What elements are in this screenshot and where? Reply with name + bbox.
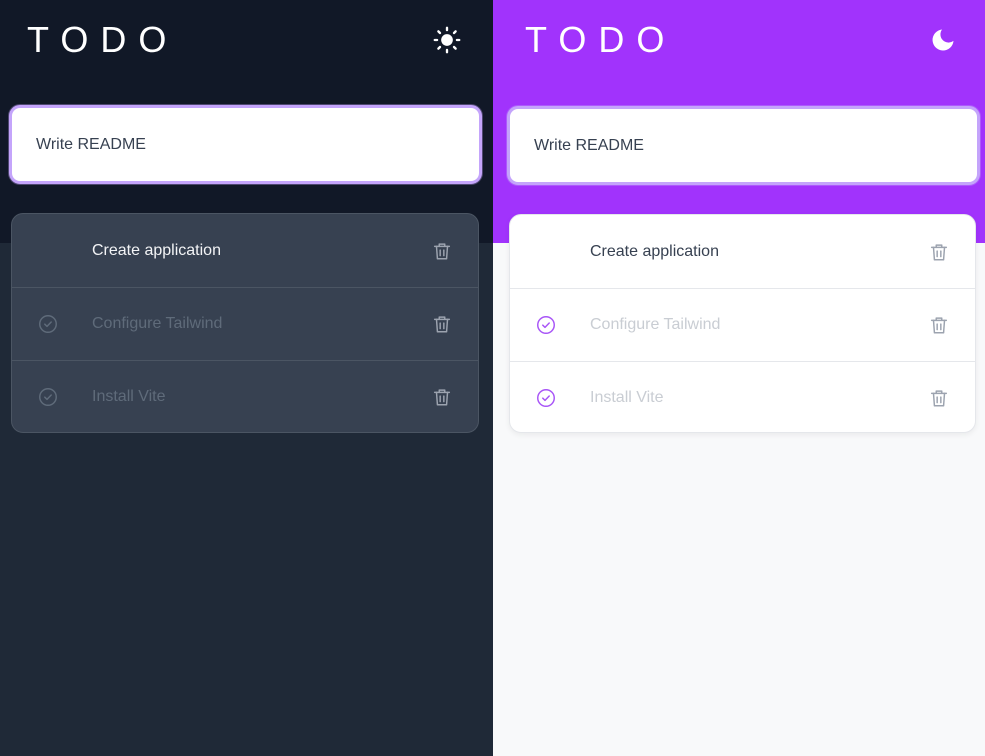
complete-toggle[interactable] xyxy=(534,313,558,337)
complete-toggle[interactable] xyxy=(534,240,558,264)
check-circle-icon xyxy=(39,315,57,333)
delete-button[interactable] xyxy=(430,385,454,409)
todo-item: Create application xyxy=(12,214,478,287)
todo-item: Configure Tailwind xyxy=(12,287,478,360)
todo-item: Install Vite xyxy=(12,360,478,432)
new-todo-field[interactable] xyxy=(9,105,482,184)
new-todo-input[interactable] xyxy=(510,109,977,182)
app-title: TODO xyxy=(27,19,179,60)
app-title: TODO xyxy=(525,19,677,60)
delete-button[interactable] xyxy=(927,240,951,264)
complete-toggle[interactable] xyxy=(36,312,60,336)
trash-icon xyxy=(433,242,451,260)
todo-label[interactable]: Create application xyxy=(92,242,221,260)
trash-icon xyxy=(930,317,948,334)
trash-icon xyxy=(930,243,948,261)
todo-label[interactable]: Create application xyxy=(590,243,719,261)
todo-item: Create application xyxy=(510,215,975,288)
new-todo-field[interactable] xyxy=(507,106,980,185)
delete-button[interactable] xyxy=(430,312,454,336)
todo-label[interactable]: Configure Tailwind xyxy=(590,316,720,334)
light-theme-panel: TODO Create application Configure Tailwi xyxy=(493,0,985,756)
check-circle-icon xyxy=(537,389,555,407)
trash-icon xyxy=(433,316,451,333)
complete-toggle[interactable] xyxy=(36,239,60,263)
moon-icon xyxy=(932,29,954,51)
todo-item: Configure Tailwind xyxy=(510,288,975,361)
todo-label[interactable]: Configure Tailwind xyxy=(92,315,222,333)
todo-label[interactable]: Install Vite xyxy=(92,388,166,406)
check-circle-icon xyxy=(39,388,57,406)
new-todo-input[interactable] xyxy=(12,108,479,181)
check-circle-icon xyxy=(537,316,555,334)
delete-button[interactable] xyxy=(927,313,951,337)
todo-list: Create application Configure Tailwind In… xyxy=(509,214,976,433)
trash-icon xyxy=(930,390,948,407)
todo-label[interactable]: Install Vite xyxy=(590,389,664,407)
delete-button[interactable] xyxy=(430,239,454,263)
complete-toggle[interactable] xyxy=(534,386,558,410)
sun-icon xyxy=(433,26,461,54)
todo-list: Create application Configure Tailwind In… xyxy=(11,213,479,433)
todo-item: Install Vite xyxy=(510,361,975,432)
theme-toggle-button[interactable] xyxy=(431,24,463,56)
complete-toggle[interactable] xyxy=(36,385,60,409)
trash-icon xyxy=(433,389,451,406)
delete-button[interactable] xyxy=(927,386,951,410)
theme-toggle-button[interactable] xyxy=(927,24,959,56)
dark-theme-panel: TODO Create application xyxy=(0,0,493,756)
